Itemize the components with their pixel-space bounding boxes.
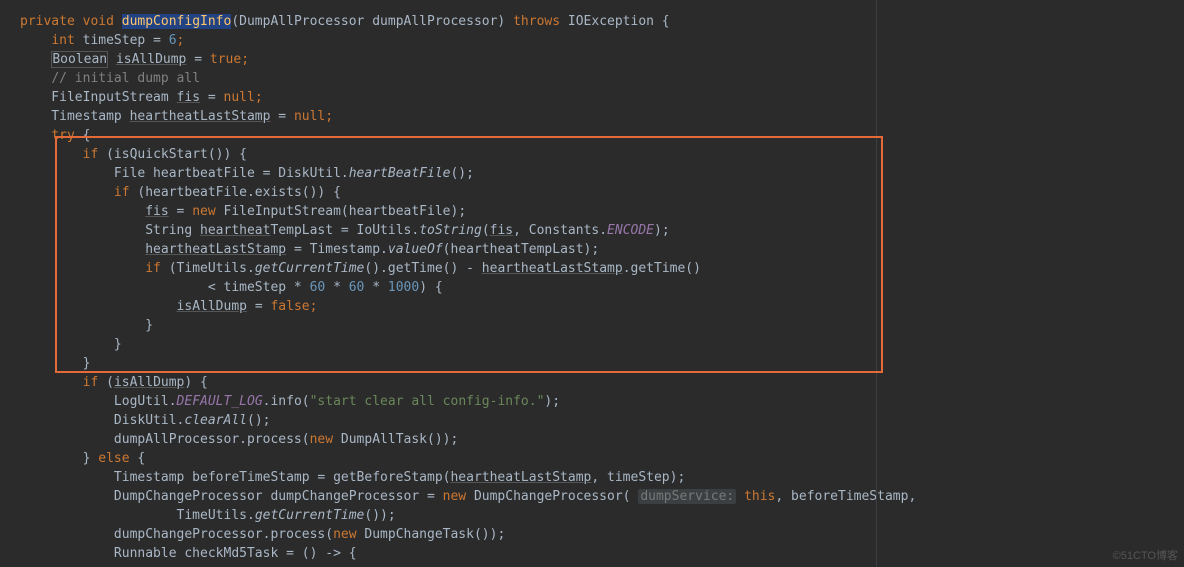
code-line: TimeUtils.getCurrentTime()); — [20, 508, 396, 523]
code-line: Boolean isAllDump = true; — [20, 51, 249, 68]
code-line: if (isAllDump) { — [20, 375, 208, 390]
code-line: LogUtil.DEFAULT_LOG.info("start clear al… — [20, 394, 560, 409]
code-line: File heartbeatFile = DiskUtil.heartBeatF… — [20, 166, 474, 181]
code-line: try { — [20, 128, 90, 143]
code-editor[interactable]: private void dumpConfigInfo(DumpAllProce… — [0, 0, 1184, 563]
code-line: Runnable checkMd5Task = () -> { — [20, 546, 357, 561]
code-line: < timeStep * 60 * 60 * 1000) { — [20, 280, 443, 295]
code-line: heartheatLastStamp = Timestamp.valueOf(h… — [20, 242, 599, 257]
code-line: Timestamp beforeTimeStamp = getBeforeSta… — [20, 470, 685, 485]
code-line: // initial dump all — [20, 71, 200, 86]
code-line: } — [20, 318, 153, 333]
vertical-guide — [876, 0, 877, 567]
code-line: } — [20, 337, 122, 352]
code-line: DumpChangeProcessor dumpChangeProcessor … — [20, 489, 916, 504]
code-line: fis = new FileInputStream(heartbeatFile)… — [20, 204, 466, 219]
code-line: if (heartbeatFile.exists()) { — [20, 185, 341, 200]
code-line: if (TimeUtils.getCurrentTime().getTime()… — [20, 261, 701, 276]
code-line: DiskUtil.clearAll(); — [20, 413, 270, 428]
code-line: } — [20, 356, 90, 371]
code-line: isAllDump = false; — [20, 299, 317, 314]
code-line: Timestamp heartheatLastStamp = null; — [20, 109, 333, 124]
code-line: dumpAllProcessor.process(new DumpAllTask… — [20, 432, 458, 447]
code-line: if (isQuickStart()) { — [20, 147, 247, 162]
code-line: String heartheatTempLast = IoUtils.toStr… — [20, 223, 670, 238]
code-line: private void dumpConfigInfo(DumpAllProce… — [20, 14, 670, 29]
code-line: dumpChangeProcessor.process(new DumpChan… — [20, 527, 505, 542]
code-line: int timeStep = 6; — [20, 33, 184, 48]
code-line: FileInputStream fis = null; — [20, 90, 263, 105]
code-line: } else { — [20, 451, 145, 466]
watermark: ©51CTO博客 — [1113, 547, 1178, 563]
